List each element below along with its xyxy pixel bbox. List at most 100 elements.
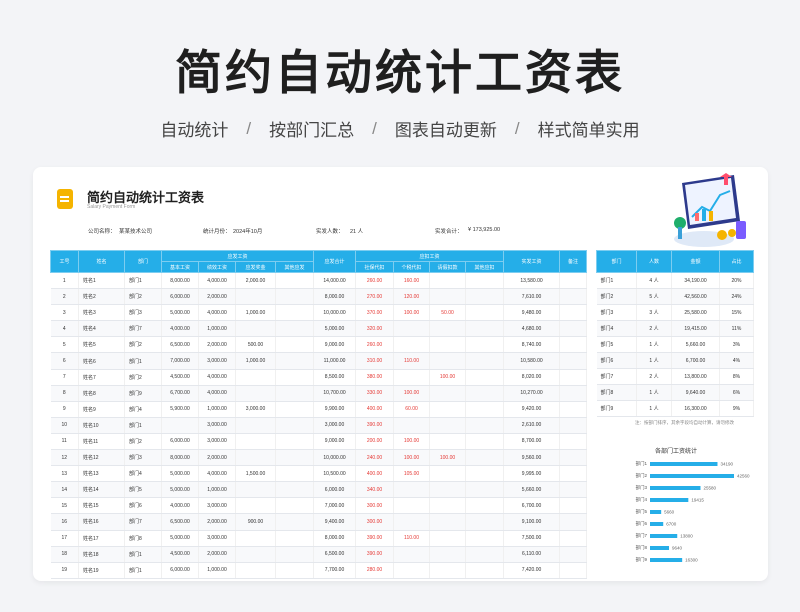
- table-cell[interactable]: 8: [50, 385, 79, 402]
- table-cell[interactable]: 部门5: [124, 481, 162, 499]
- table-cell[interactable]: 9: [50, 401, 79, 418]
- table-cell[interactable]: 9,995.00: [503, 465, 561, 483]
- table-cell[interactable]: 部门4: [124, 465, 162, 483]
- table-cell[interactable]: 260.00: [355, 272, 395, 290]
- table-cell[interactable]: [275, 530, 315, 547]
- table-cell[interactable]: 50.00: [429, 304, 467, 322]
- table-cell[interactable]: 姓名12: [78, 449, 125, 467]
- table-cell[interactable]: [465, 336, 505, 354]
- table-cell[interactable]: 110.00: [393, 352, 431, 370]
- table-cell[interactable]: 姓名17: [78, 530, 125, 547]
- table-cell[interactable]: 3,000.00: [198, 417, 236, 434]
- table-cell[interactable]: 10,270.00: [503, 385, 561, 402]
- table-cell[interactable]: [429, 497, 467, 515]
- table-cell[interactable]: 姓名1: [78, 272, 125, 290]
- table-cell[interactable]: [465, 272, 505, 290]
- table-cell[interactable]: 380.00: [355, 369, 395, 386]
- table-cell[interactable]: [559, 465, 588, 483]
- summary-cell[interactable]: 11%: [719, 320, 754, 337]
- summary-cell[interactable]: 9%: [719, 400, 754, 417]
- table-cell[interactable]: [465, 417, 505, 434]
- table-cell[interactable]: 100.00: [393, 433, 431, 451]
- table-cell[interactable]: [559, 320, 588, 338]
- table-cell[interactable]: 7,000.00: [313, 497, 357, 515]
- table-cell[interactable]: [429, 272, 467, 290]
- table-cell[interactable]: 姓名4: [78, 320, 125, 338]
- table-cell[interactable]: 5,000.00: [161, 465, 199, 483]
- summary-cell[interactable]: 部门5: [596, 336, 637, 353]
- table-cell[interactable]: 2,000.00: [235, 272, 276, 290]
- table-cell[interactable]: [275, 369, 315, 386]
- table-cell[interactable]: 1,500.00: [235, 465, 276, 483]
- table-cell[interactable]: [275, 481, 315, 499]
- table-cell[interactable]: 姓名3: [78, 304, 125, 322]
- table-cell[interactable]: [235, 433, 276, 451]
- table-cell[interactable]: [429, 530, 467, 547]
- table-cell[interactable]: 8,740.00: [503, 336, 561, 354]
- table-cell[interactable]: 姓名18: [78, 546, 125, 563]
- table-cell[interactable]: 6,000.00: [313, 481, 357, 499]
- table-cell[interactable]: 3,000.00: [198, 530, 236, 547]
- table-cell[interactable]: [559, 288, 588, 306]
- summary-cell[interactable]: 1 人: [636, 400, 672, 417]
- summary-cell[interactable]: 部门1: [596, 272, 637, 289]
- table-cell[interactable]: 部门7: [124, 320, 162, 338]
- table-cell[interactable]: [465, 352, 505, 370]
- table-cell[interactable]: 3,000.00: [198, 433, 236, 451]
- table-cell[interactable]: [275, 288, 315, 306]
- table-cell[interactable]: 5,900.00: [161, 401, 199, 418]
- table-cell[interactable]: [275, 385, 315, 402]
- table-cell[interactable]: 370.00: [355, 304, 395, 322]
- summary-cell[interactable]: 9,640.00: [671, 384, 720, 401]
- table-cell[interactable]: 4,500.00: [161, 546, 199, 563]
- summary-cell[interactable]: 部门9: [596, 400, 637, 417]
- table-cell[interactable]: [465, 481, 505, 499]
- table-cell[interactable]: [429, 352, 467, 370]
- table-cell[interactable]: 7,610.00: [503, 288, 561, 306]
- table-cell[interactable]: 3,000.00: [198, 497, 236, 515]
- table-cell[interactable]: [429, 465, 467, 483]
- table-cell[interactable]: 1,000.00: [198, 562, 236, 579]
- table-cell[interactable]: 300.00: [355, 513, 395, 531]
- table-cell[interactable]: 8,700.00: [503, 433, 561, 451]
- table-cell[interactable]: 7,700.00: [313, 562, 357, 579]
- table-cell[interactable]: [465, 562, 505, 579]
- table-cell[interactable]: 10,580.00: [503, 352, 561, 370]
- table-cell[interactable]: [275, 272, 315, 290]
- table-cell[interactable]: 9,100.00: [503, 513, 561, 531]
- table-cell[interactable]: 1: [50, 272, 79, 290]
- summary-cell[interactable]: 部门7: [596, 368, 637, 385]
- table-cell[interactable]: 姓名15: [78, 497, 125, 515]
- table-cell[interactable]: [393, 546, 431, 563]
- table-cell[interactable]: 部门1: [124, 352, 162, 370]
- table-cell[interactable]: [235, 481, 276, 499]
- table-cell[interactable]: [275, 417, 315, 434]
- table-cell[interactable]: [275, 449, 315, 467]
- table-cell[interactable]: 200.00: [355, 433, 395, 451]
- table-cell[interactable]: 110.00: [393, 530, 431, 547]
- table-cell[interactable]: 120.00: [393, 288, 431, 306]
- table-cell[interactable]: 部门1: [124, 562, 162, 579]
- table-cell[interactable]: [559, 401, 588, 418]
- summary-cell[interactable]: 部门3: [596, 304, 637, 321]
- table-cell[interactable]: 6,000.00: [161, 562, 199, 579]
- summary-cell[interactable]: 部门2: [596, 288, 637, 305]
- table-cell[interactable]: 240.00: [355, 449, 395, 467]
- table-cell[interactable]: 部门3: [124, 449, 162, 467]
- table-cell[interactable]: 6,700.00: [161, 385, 199, 402]
- summary-cell[interactable]: 24%: [719, 288, 754, 305]
- table-cell[interactable]: 400.00: [355, 401, 395, 418]
- summary-cell[interactable]: 3%: [719, 336, 754, 353]
- table-cell[interactable]: [429, 320, 467, 338]
- table-cell[interactable]: 11: [50, 433, 79, 451]
- table-cell[interactable]: 340.00: [355, 481, 395, 499]
- table-cell[interactable]: [465, 497, 505, 515]
- table-cell[interactable]: 8,000.00: [313, 288, 357, 306]
- table-cell[interactable]: 5,000.00: [161, 304, 199, 322]
- table-cell[interactable]: [429, 546, 467, 563]
- table-cell[interactable]: 13: [50, 465, 79, 483]
- table-cell[interactable]: 7,000.00: [161, 352, 199, 370]
- table-cell[interactable]: [235, 385, 276, 402]
- table-cell[interactable]: [429, 481, 467, 499]
- table-cell[interactable]: [235, 546, 276, 563]
